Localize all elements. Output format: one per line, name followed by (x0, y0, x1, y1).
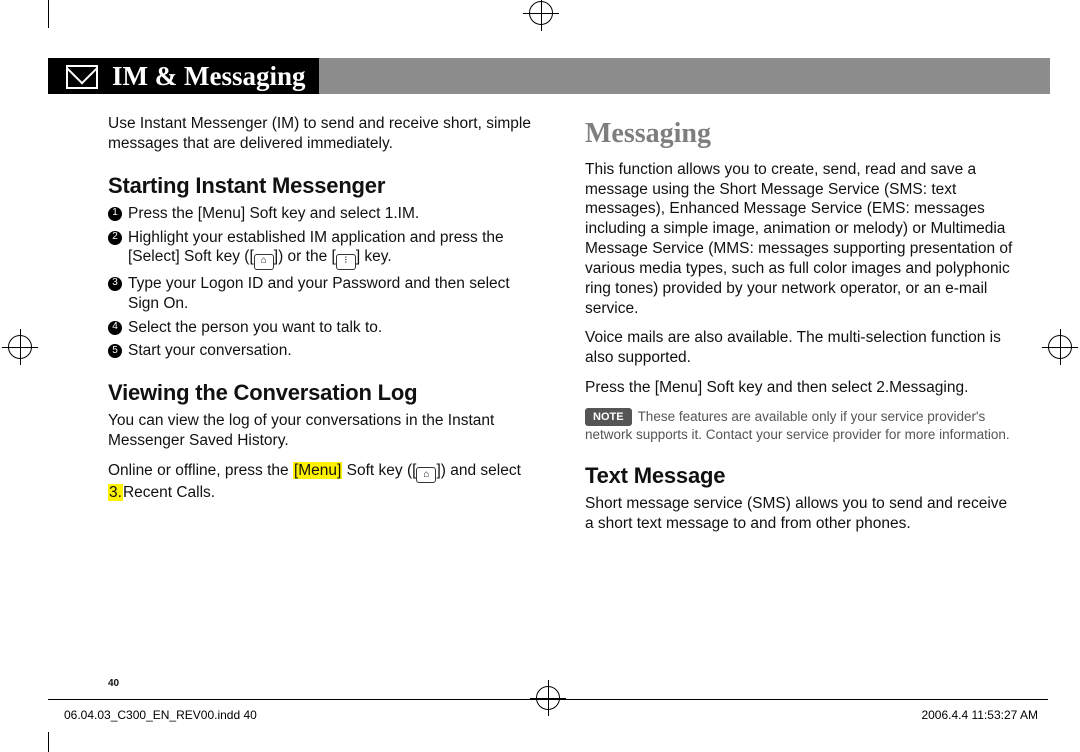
footer-right: 2006.4.4 11:53:27 AM (921, 708, 1038, 752)
note-text: These features are available only if you… (585, 409, 1010, 442)
mail-icon (66, 65, 98, 89)
note-box: NOTEThese features are available only if… (585, 408, 1015, 444)
step-1: 1 Press the [Menu] Soft key and select 1… (108, 204, 543, 224)
messaging-paragraph-1: This function allows you to create, send… (585, 160, 1020, 319)
step-text: Press the [Menu] Soft key and select 1.I… (128, 204, 419, 224)
log-paragraph-2: Online or offline, press the [Menu] Soft… (108, 461, 543, 503)
registration-mark-right (1048, 335, 1072, 359)
intro-text: Use Instant Messenger (IM) to send and r… (108, 114, 543, 154)
step-4: 4 Select the person you want to talk to. (108, 318, 543, 338)
ok-key-icon: ⁝ (336, 254, 356, 270)
heading-starting-im: Starting Instant Messenger (108, 172, 543, 200)
softkey-icon: ⌂ (416, 467, 436, 483)
step-number-icon: 3 (108, 277, 122, 291)
page-container: IM & Messaging Use Instant Messenger (IM… (48, 0, 1050, 752)
step-number-icon: 2 (108, 231, 122, 245)
log-paragraph-1: You can view the log of your conversatio… (108, 411, 543, 451)
step-text: Start your conversation. (128, 341, 292, 361)
registration-mark-left (8, 335, 32, 359)
highlight-menu: [Menu] (293, 462, 342, 479)
footer-left: 06.04.03_C300_EN_REV00.indd 40 (64, 708, 257, 752)
registration-mark-bottom (536, 686, 560, 710)
step-text: Highlight your established IM applicatio… (128, 228, 543, 270)
page-number: 40 (108, 678, 119, 689)
step-number-icon: 1 (108, 207, 122, 221)
footer-bar: 06.04.03_C300_EN_REV00.indd 40 2006.4.4 … (48, 699, 1048, 752)
messaging-paragraph-3: Press the [Menu] Soft key and then selec… (585, 378, 1020, 398)
step-3: 3 Type your Logon ID and your Password a… (108, 274, 543, 314)
step-number-icon: 4 (108, 321, 122, 335)
step-number-icon: 5 (108, 344, 122, 358)
heading-messaging: Messaging (585, 116, 1020, 152)
step-5: 5 Start your conversation. (108, 341, 543, 361)
right-column: Messaging This function allows you to cr… (585, 114, 1020, 534)
text-message-paragraph: Short message service (SMS) allows you t… (585, 494, 1020, 534)
step-text: Type your Logon ID and your Password and… (128, 274, 543, 314)
page-title: IM & Messaging (112, 61, 305, 92)
step-2: 2 Highlight your established IM applicat… (108, 228, 543, 270)
left-column: Use Instant Messenger (IM) to send and r… (108, 114, 543, 534)
title-bar: IM & Messaging (48, 58, 1050, 94)
note-label: NOTE (585, 408, 632, 426)
softkey-icon: ⌂ (254, 254, 274, 270)
heading-conversation-log: Viewing the Conversation Log (108, 379, 543, 407)
heading-text-message: Text Message (585, 462, 1020, 490)
messaging-paragraph-2: Voice mails are also available. The mult… (585, 328, 1020, 368)
content-columns: Use Instant Messenger (IM) to send and r… (48, 94, 1050, 534)
highlight-3: 3. (108, 484, 123, 501)
step-text: Select the person you want to talk to. (128, 318, 382, 338)
title-black-tab: IM & Messaging (48, 58, 319, 94)
